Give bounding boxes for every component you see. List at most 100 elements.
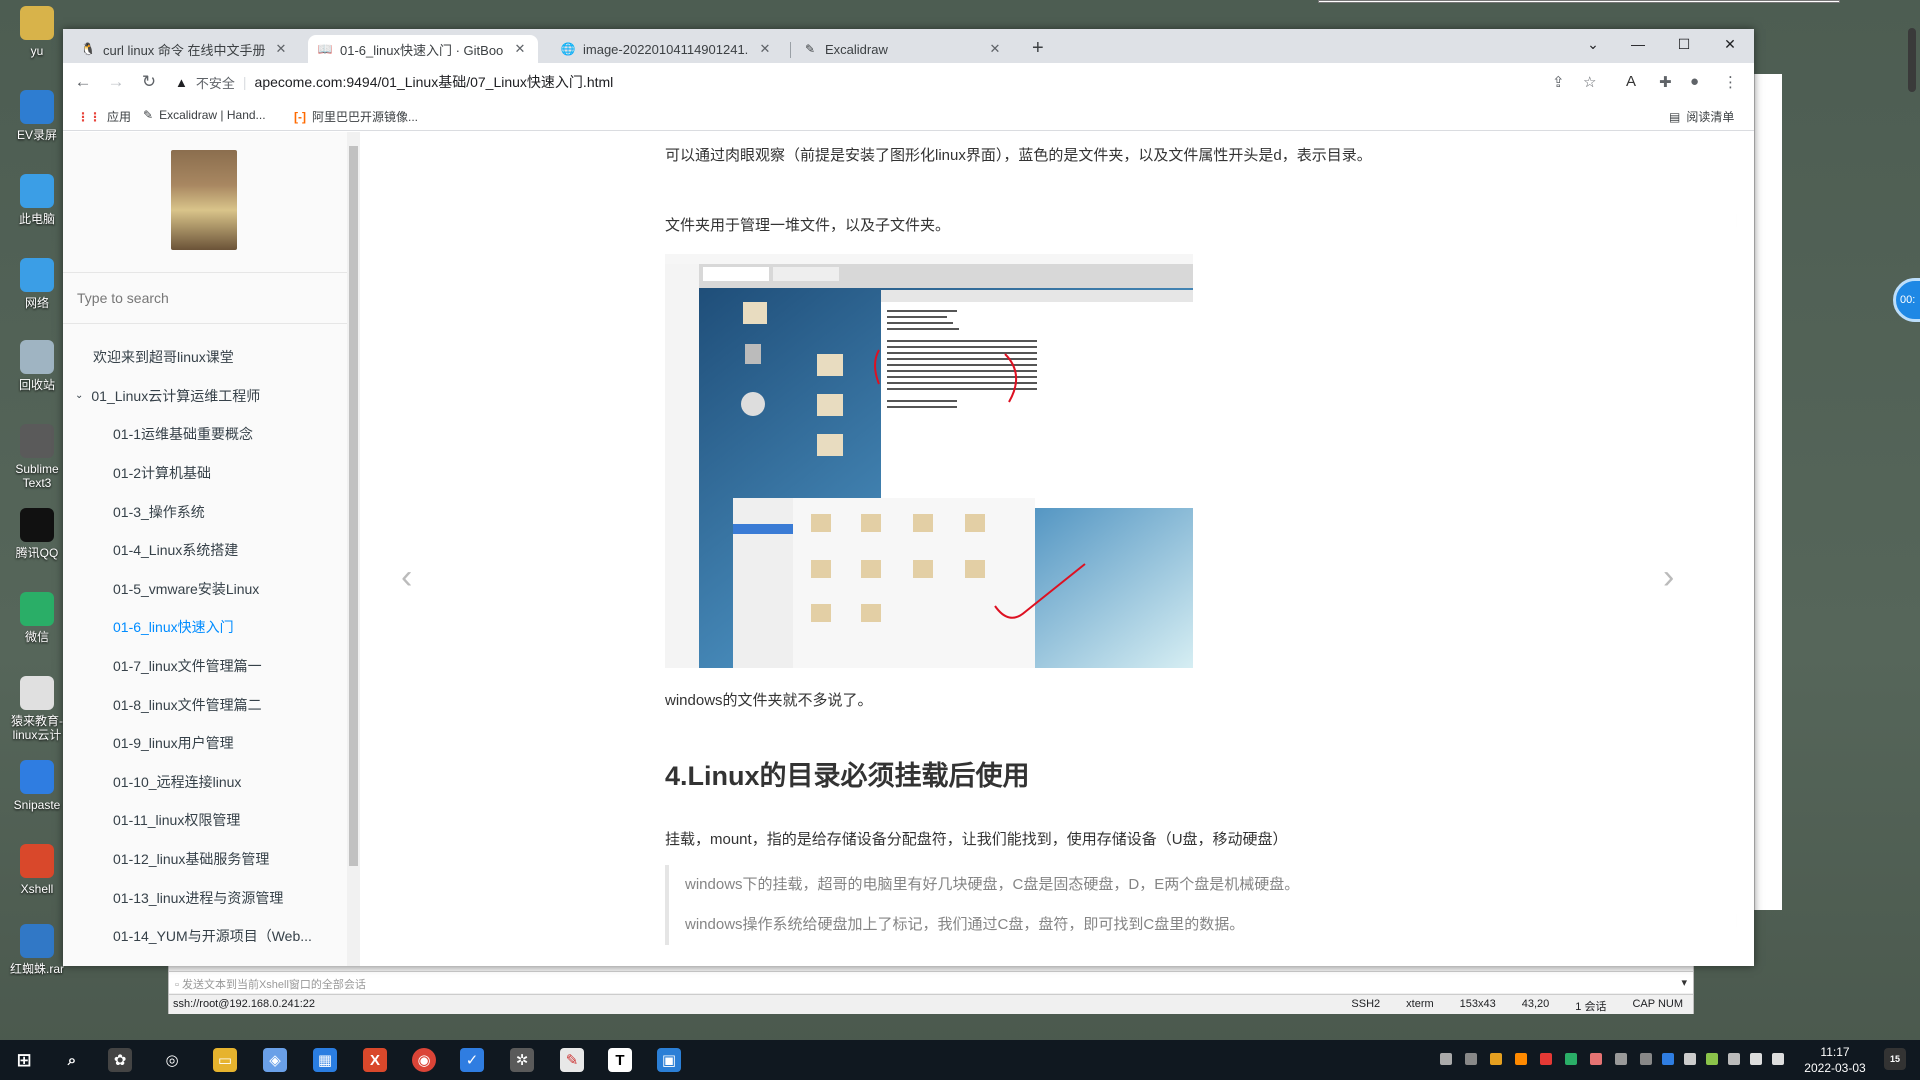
tray-app-icon[interactable]: [1490, 1053, 1502, 1065]
toc-item[interactable]: 01-11_linux权限管理: [63, 801, 351, 840]
close-icon[interactable]: ✕: [512, 41, 528, 57]
maximize-button[interactable]: ☐: [1661, 29, 1707, 59]
desktop-icon[interactable]: 此电脑: [4, 174, 70, 226]
desktop-icon[interactable]: Xshell: [4, 844, 70, 896]
desktop-icon[interactable]: 微信: [4, 592, 70, 644]
app-launcher-icon[interactable]: ✿: [108, 1048, 132, 1072]
toc-item[interactable]: 01-5_vmware安装Linux: [63, 570, 351, 609]
extensions-puzzle-icon[interactable]: ✚: [1659, 73, 1672, 91]
store-icon[interactable]: ▦: [313, 1048, 337, 1072]
window-close-button[interactable]: ✕: [1707, 29, 1753, 59]
excalidraw-bookmark-icon: ✎: [143, 108, 154, 122]
windows-start-icon[interactable]: ⊞: [12, 1048, 36, 1072]
tray-app-icon[interactable]: [1540, 1053, 1552, 1065]
magnifier-icon[interactable]: ◎: [160, 1048, 184, 1072]
desktop-icon[interactable]: Sublime Text3: [4, 424, 70, 490]
toc-item[interactable]: 01-6_linux快速入门: [63, 608, 351, 647]
tab-gitbook[interactable]: 📖 01-6_linux快速入门 · GitBook ✕: [308, 35, 538, 63]
sidebar-scrollbar-thumb[interactable]: [349, 146, 358, 866]
tray-app-icon[interactable]: [1640, 1053, 1652, 1065]
photos-icon[interactable]: ◈: [263, 1048, 287, 1072]
tray-network-icon[interactable]: [1440, 1053, 1452, 1065]
tab-search-button[interactable]: ⌄: [1570, 29, 1616, 59]
back-button[interactable]: ←: [73, 72, 93, 92]
extension-translate-icon[interactable]: A: [1626, 73, 1636, 90]
xshell-compose-bar[interactable]: ▫ 发送文本到当前Xshell窗口的全部会话 ▾: [169, 971, 1693, 993]
next-page-arrow[interactable]: ›: [1663, 558, 1674, 597]
tab-curl-manual[interactable]: 🐧 curl linux 命令 在线中文手册 ✕: [71, 35, 299, 63]
forward-button[interactable]: →: [106, 72, 126, 92]
desktop-icon[interactable]: 猿来教育-linux云计: [4, 676, 70, 742]
reload-button[interactable]: ↻: [139, 72, 159, 92]
menu-kebab-icon[interactable]: ⋮: [1723, 73, 1738, 91]
paint-icon[interactable]: ✎: [560, 1048, 584, 1072]
tray-device-icon[interactable]: [1684, 1053, 1696, 1065]
warning-icon[interactable]: ▲: [175, 75, 188, 90]
alibaba-icon: [-]: [294, 109, 306, 124]
bookmark-star-icon[interactable]: ☆: [1583, 73, 1596, 91]
tray-app-icon[interactable]: [1706, 1053, 1718, 1065]
desktop-icon[interactable]: yu: [4, 6, 70, 58]
reading-list-button[interactable]: ▤ 阅读清单: [1669, 108, 1734, 125]
toc-item[interactable]: 01-12_linux基础服务管理: [63, 840, 351, 879]
share-icon[interactable]: ⇪: [1552, 73, 1565, 91]
toc-item[interactable]: 01-7_linux文件管理篇一: [63, 647, 351, 686]
xshell-taskbar-icon[interactable]: X: [363, 1048, 387, 1072]
bluetooth-icon[interactable]: [1662, 1053, 1674, 1065]
desktop-icon[interactable]: Snipaste: [4, 760, 70, 812]
new-tab-button[interactable]: +: [1032, 37, 1044, 60]
background-scrollbar[interactable]: [1908, 28, 1916, 92]
url-text[interactable]: apecome.com:9494/01_Linux基础/07_Linux快速入门…: [255, 72, 614, 92]
desktop-icon[interactable]: EV录屏: [4, 90, 70, 142]
bookmark-excalidraw[interactable]: ✎ Excalidraw | Hand...: [143, 108, 266, 122]
feishu-icon[interactable]: ✓: [460, 1048, 484, 1072]
typora-icon[interactable]: T: [608, 1048, 632, 1072]
tray-ime-icon[interactable]: [1750, 1053, 1762, 1065]
tray-app-icon[interactable]: [1465, 1053, 1477, 1065]
desktop-icon[interactable]: 回收站: [4, 340, 70, 392]
sidebar-scrollbar[interactable]: [347, 132, 360, 966]
desktop-icon[interactable]: 网络: [4, 258, 70, 310]
notification-center-icon[interactable]: 15: [1884, 1048, 1906, 1070]
minimize-button[interactable]: —: [1615, 29, 1661, 59]
compose-dropdown-icon[interactable]: ▾: [1681, 976, 1687, 989]
desktop-icon[interactable]: 腾讯QQ: [4, 508, 70, 560]
tray-app-icon[interactable]: [1615, 1053, 1627, 1065]
close-icon[interactable]: ✕: [273, 41, 289, 57]
chevron-down-icon[interactable]: ⌄: [75, 390, 83, 401]
volume-icon[interactable]: [1772, 1053, 1784, 1065]
toc-item[interactable]: 欢迎来到超哥linux课堂: [63, 338, 351, 377]
close-icon[interactable]: ✕: [987, 41, 1003, 57]
tray-app-icon[interactable]: [1590, 1053, 1602, 1065]
toc-item[interactable]: 01-13_linux进程与资源管理: [63, 878, 351, 917]
tab-image[interactable]: 🌐 image-20220104114901241.p ✕: [551, 35, 783, 63]
toc-item[interactable]: 01-14_YUM与开源项目（Web...: [63, 917, 351, 956]
desktop-icon[interactable]: 红蜘蛛.rar: [4, 924, 70, 976]
vmware-icon[interactable]: ▣: [657, 1048, 681, 1072]
security-label[interactable]: 不安全: [196, 73, 235, 92]
file-explorer-icon[interactable]: ▭: [213, 1048, 237, 1072]
toc-item[interactable]: 01-3_操作系统: [63, 492, 351, 531]
settings-gear-icon[interactable]: ✲: [510, 1048, 534, 1072]
search-input[interactable]: Type to search: [63, 272, 351, 324]
chrome-icon[interactable]: ◉: [412, 1048, 436, 1072]
search-icon[interactable]: ⌕: [60, 1048, 84, 1072]
system-clock[interactable]: 11:17 2022-03-03: [1800, 1044, 1870, 1076]
toc-item[interactable]: ⌄ 01_Linux云计算运维工程师: [63, 377, 351, 416]
profile-avatar-icon[interactable]: ●: [1690, 73, 1699, 90]
bookmark-alibaba[interactable]: [-] 阿里巴巴开源镜像...: [294, 108, 418, 125]
toc-item[interactable]: 01-10_远程连接linux: [63, 763, 351, 802]
toc-item[interactable]: 01-4_Linux系统搭建: [63, 531, 351, 570]
bookmark-apps[interactable]: ⋮⋮ 应用: [77, 108, 131, 125]
toc-item[interactable]: 01-1运维基础重要概念: [63, 415, 351, 454]
toc-item[interactable]: 01-8_linux文件管理篇二: [63, 685, 351, 724]
toc-item[interactable]: 01-9_linux用户管理: [63, 724, 351, 763]
tray-app-icon[interactable]: [1515, 1053, 1527, 1065]
close-icon[interactable]: ✕: [757, 41, 773, 57]
tray-input-icon[interactable]: [1728, 1053, 1740, 1065]
prev-page-arrow[interactable]: ‹: [401, 558, 412, 597]
tray-wechat-icon[interactable]: [1565, 1053, 1577, 1065]
address-bar[interactable]: ▲ 不安全 | apecome.com:9494/01_Linux基础/07_L…: [175, 67, 1615, 97]
tab-excalidraw[interactable]: ✎ Excalidraw ✕: [793, 35, 1013, 63]
toc-item[interactable]: 01-2计算机基础: [63, 454, 351, 493]
